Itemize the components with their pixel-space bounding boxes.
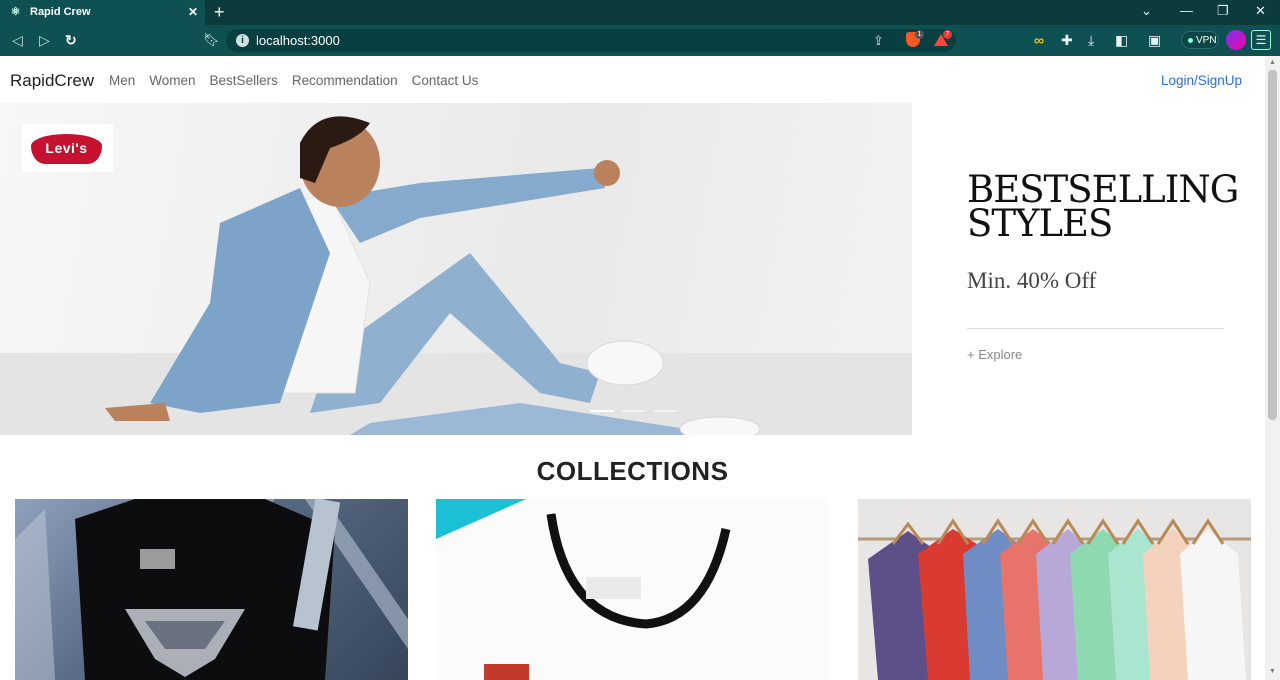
share-icon[interactable]: ⇪ xyxy=(873,33,884,49)
carousel-dot-1[interactable] xyxy=(590,410,614,412)
back-icon[interactable]: ◁ xyxy=(12,32,23,49)
hero-subtitle: Min. 40% Off xyxy=(967,268,1097,293)
nav-link-contact-us[interactable]: Contact Us xyxy=(412,73,479,88)
hanging-tees-image xyxy=(858,499,1251,680)
extensions-puzzle-icon[interactable]: ✚ xyxy=(1061,32,1073,49)
collections-heading: COLLECTIONS xyxy=(536,456,729,486)
address-bar[interactable]: i localhost:3000 xyxy=(226,29,956,52)
hero-carousel: Levi's BESTSELLING STYLES Min. 40% Off +… xyxy=(0,103,1265,435)
login-signup-link[interactable]: Login/SignUp xyxy=(1161,73,1242,88)
react-favicon-icon: ⚛ xyxy=(10,6,21,18)
download-icon[interactable]: ⤓ xyxy=(1088,32,1094,49)
collection-card-superman-tee[interactable] xyxy=(15,499,408,680)
nav-link-women[interactable]: Women xyxy=(149,73,195,88)
brand-logo[interactable]: RapidCrew xyxy=(10,71,94,91)
carousel-dot-2[interactable] xyxy=(622,410,646,412)
levis-logo: Levi's xyxy=(31,134,102,164)
reload-icon[interactable]: ↻ xyxy=(65,32,77,49)
brave-rewards-count: 7 xyxy=(943,30,952,39)
page-viewport: RapidCrew Men Women BestSellers Recommen… xyxy=(0,56,1265,680)
hero-banner-image[interactable]: Levi's xyxy=(0,103,912,435)
vpn-label: VPN xyxy=(1196,35,1217,46)
nav-link-men[interactable]: Men xyxy=(109,73,135,88)
wallet-icon[interactable]: ▣ xyxy=(1148,32,1161,49)
nav-link-recommendation[interactable]: Recommendation xyxy=(292,73,398,88)
menu-hamburger-icon[interactable]: ☰ xyxy=(1251,30,1271,50)
infinity-extension-icon[interactable]: ∞ xyxy=(1034,32,1044,48)
browser-tab[interactable]: ⚛ Rapid Crew ✕ xyxy=(0,0,205,25)
tab-strip: ⚛ Rapid Crew ✕ + ⌄ — ❐ ✕ xyxy=(0,0,1280,25)
carousel-dot-3[interactable] xyxy=(654,410,678,412)
bookmark-icon[interactable]: 🔖︎ xyxy=(203,32,220,48)
site-navbar: RapidCrew Men Women BestSellers Recommen… xyxy=(0,56,1265,103)
profile-avatar[interactable] xyxy=(1226,30,1246,50)
forward-icon[interactable]: ▷ xyxy=(39,32,50,49)
hero-model-illustration xyxy=(0,116,912,435)
new-tab-plus-icon[interactable]: + xyxy=(214,2,225,22)
collection-card-hanging-tees[interactable] xyxy=(858,499,1251,680)
brave-shields-count: 1 xyxy=(915,30,924,39)
vpn-button[interactable]: VPN xyxy=(1181,31,1219,49)
sidebar-icon[interactable]: ◧ xyxy=(1115,32,1128,49)
nav-link-bestsellers[interactable]: BestSellers xyxy=(210,73,278,88)
carousel-indicators xyxy=(590,410,678,412)
levis-logo-badge: Levi's xyxy=(22,124,113,172)
explore-link[interactable]: + Explore xyxy=(967,347,1022,362)
window-close-icon[interactable]: ✕ xyxy=(1255,3,1266,19)
collection-card-white-tee[interactable] xyxy=(436,499,829,680)
tab-search-chevron-icon[interactable]: ⌄ xyxy=(1141,3,1152,19)
hero-title: BESTSELLING STYLES xyxy=(967,168,1239,245)
tab-title: Rapid Crew xyxy=(30,6,91,18)
hero-divider xyxy=(967,328,1224,329)
hanger-row xyxy=(868,529,1246,680)
close-icon[interactable]: ✕ xyxy=(188,5,198,19)
scroll-thumb[interactable] xyxy=(1268,70,1277,420)
scroll-up-arrow-icon[interactable]: ▲ xyxy=(1269,59,1276,66)
superman-tee-image xyxy=(15,499,408,680)
page-scrollbar[interactable]: ▲ ▼ xyxy=(1265,56,1280,680)
site-info-icon[interactable]: i xyxy=(236,34,249,47)
url-text[interactable]: localhost:3000 xyxy=(256,33,340,48)
nav-links: Men Women BestSellers Recommendation Con… xyxy=(109,73,478,88)
white-ringer-tee-image xyxy=(436,499,829,680)
vpn-status-dot xyxy=(1188,38,1193,43)
minimize-icon[interactable]: — xyxy=(1180,3,1193,18)
hero-promo-panel: BESTSELLING STYLES Min. 40% Off + Explor… xyxy=(912,103,1265,435)
restore-icon[interactable]: ❐ xyxy=(1217,3,1229,19)
scroll-down-arrow-icon[interactable]: ▼ xyxy=(1269,668,1276,675)
